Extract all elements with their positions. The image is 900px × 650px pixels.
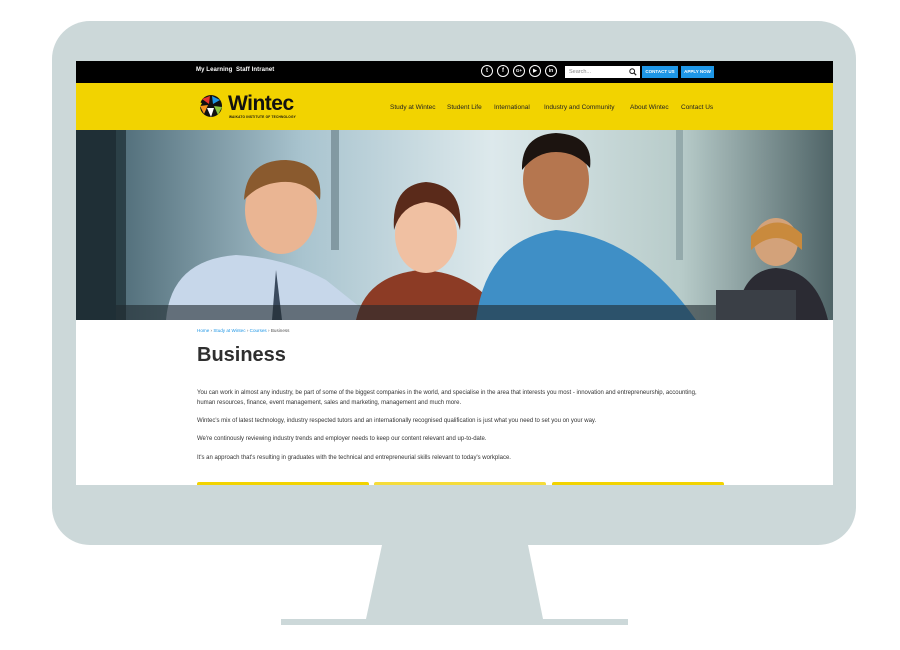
body-paragraph-3: We're continously reviewing industry tre…	[197, 436, 487, 442]
nav-contact-us[interactable]: Contact Us	[681, 104, 713, 111]
breadcrumb: Home › Study at Wintec › Courses › Busin…	[197, 328, 289, 333]
logo-wordmark[interactable]: Wintec	[228, 92, 294, 116]
search-placeholder: Search...	[569, 69, 592, 75]
course-card-2[interactable]	[374, 482, 546, 485]
contact-us-button[interactable]: CONTACT US	[642, 66, 678, 78]
wintec-logo-mark[interactable]	[196, 93, 226, 119]
breadcrumb-study-at-wintec[interactable]: Study at Wintec	[213, 328, 245, 333]
page-title: Business	[197, 344, 286, 366]
staff-intranet-link[interactable]: Staff Intranet	[236, 67, 274, 73]
utility-bar: My Learning Staff Intranet t f G+ ▶ in S…	[76, 61, 833, 83]
facebook-icon[interactable]: f	[497, 65, 509, 77]
nav-industry-and-community[interactable]: Industry and Community	[544, 104, 614, 111]
search-icon[interactable]	[629, 68, 637, 76]
google-plus-icon[interactable]: G+	[513, 65, 525, 77]
twitter-icon[interactable]: t	[481, 65, 493, 77]
nav-student-life[interactable]: Student Life	[447, 104, 482, 111]
breadcrumb-separator: ›	[268, 328, 270, 333]
body-paragraph-2: Wintec's mix of latest technology, indus…	[197, 418, 597, 424]
breadcrumb-separator: ›	[246, 328, 249, 333]
my-learning-link[interactable]: My Learning	[196, 67, 232, 73]
nav-international[interactable]: International	[494, 104, 530, 111]
breadcrumb-home[interactable]: Home	[197, 328, 209, 333]
body-paragraph-4: It's an approach that's resulting in gra…	[197, 455, 511, 461]
apply-now-button[interactable]: APPLY NOW	[681, 66, 714, 78]
course-card-3[interactable]	[552, 482, 724, 485]
monitor-base	[281, 619, 628, 625]
breadcrumb-current: Business	[270, 328, 290, 333]
youtube-icon[interactable]: ▶	[529, 65, 541, 77]
breadcrumb-courses[interactable]: Courses	[250, 328, 267, 333]
hero-image	[76, 130, 833, 320]
search-input[interactable]: Search...	[565, 66, 640, 78]
nav-study-at-wintec[interactable]: Study at Wintec	[390, 104, 436, 111]
intro-paragraph: You can work in almost any industry, be …	[197, 390, 697, 406]
course-card-1[interactable]	[197, 482, 369, 485]
breadcrumb-separator: ›	[210, 328, 213, 333]
logo-subtext: WAIKATO INSTITUTE OF TECHNOLOGY	[229, 115, 296, 119]
site-header: Wintec WAIKATO INSTITUTE OF TECHNOLOGY S…	[76, 83, 833, 130]
linkedin-icon[interactable]: in	[545, 65, 557, 77]
nav-about-wintec[interactable]: About Wintec	[630, 104, 669, 111]
browser-screen: My Learning Staff Intranet t f G+ ▶ in S…	[76, 61, 833, 485]
